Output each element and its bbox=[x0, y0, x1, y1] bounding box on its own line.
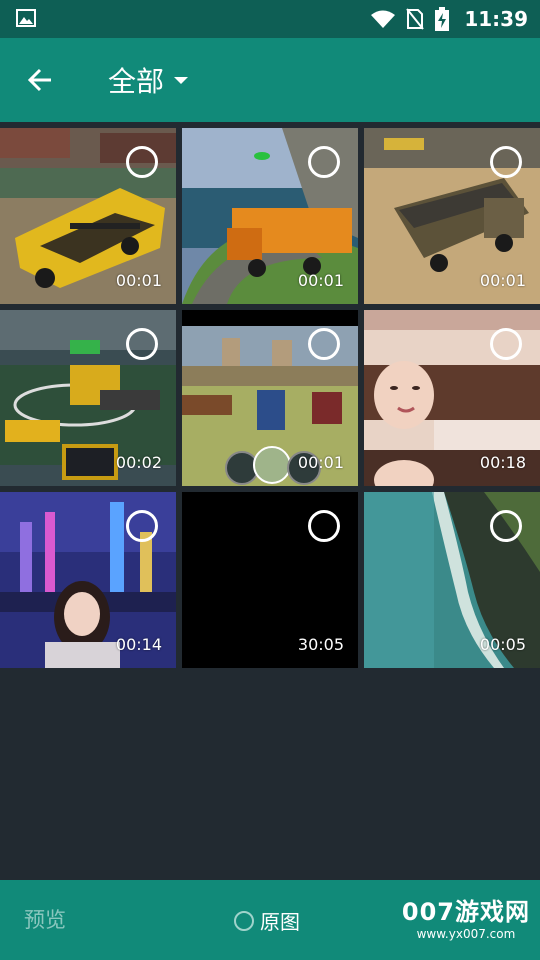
select-checkbox[interactable] bbox=[126, 510, 158, 542]
select-checkbox[interactable] bbox=[126, 146, 158, 178]
select-checkbox[interactable] bbox=[490, 510, 522, 542]
video-duration: 00:18 bbox=[479, 453, 526, 472]
no-sim-icon bbox=[406, 8, 425, 30]
video-thumbnail[interactable]: 00:02 bbox=[0, 310, 176, 486]
wifi-icon bbox=[371, 10, 396, 28]
back-button[interactable] bbox=[18, 58, 62, 102]
original-image-toggle[interactable]: 原图 bbox=[234, 906, 300, 935]
watermark-sub: www.yx007.com bbox=[416, 927, 516, 941]
caret-down-icon bbox=[174, 76, 189, 84]
status-bar: 11:39 bbox=[0, 0, 540, 38]
video-thumbnail[interactable]: 00:01 bbox=[0, 128, 176, 304]
bottom-bar: 预览 原图 007游戏网 www.yx007.com bbox=[0, 880, 540, 960]
video-thumbnail[interactable]: 00:05 bbox=[364, 492, 540, 668]
select-checkbox[interactable] bbox=[126, 328, 158, 360]
preview-button[interactable]: 预览 bbox=[24, 904, 66, 934]
video-duration: 00:01 bbox=[297, 271, 344, 290]
status-icons: 11:39 bbox=[370, 0, 528, 38]
video-duration: 00:14 bbox=[115, 635, 162, 654]
select-checkbox[interactable] bbox=[490, 146, 522, 178]
video-thumbnail[interactable]: 30:05 bbox=[182, 492, 358, 668]
select-checkbox[interactable] bbox=[308, 328, 340, 360]
gallery-icon bbox=[16, 9, 36, 27]
video-duration: 00:01 bbox=[479, 271, 526, 290]
video-duration: 00:01 bbox=[115, 271, 162, 290]
battery-charging-icon bbox=[435, 7, 450, 31]
watermark: 007游戏网 www.yx007.com bbox=[402, 892, 530, 941]
album-selector[interactable]: 全部 bbox=[108, 56, 189, 104]
video-thumbnail[interactable]: 00:18 bbox=[364, 310, 540, 486]
original-image-label: 原图 bbox=[260, 910, 300, 934]
radio-icon[interactable] bbox=[234, 910, 254, 931]
select-checkbox[interactable] bbox=[308, 510, 340, 542]
video-thumbnail[interactable]: 00:01 bbox=[182, 310, 358, 486]
video-duration: 30:05 bbox=[297, 635, 344, 654]
select-checkbox[interactable] bbox=[490, 328, 522, 360]
app-bar: 全部 bbox=[0, 38, 540, 122]
video-duration: 00:01 bbox=[297, 453, 344, 472]
video-thumbnail[interactable]: 00:01 bbox=[182, 128, 358, 304]
arrow-left-icon bbox=[27, 68, 51, 92]
video-duration: 00:02 bbox=[115, 453, 162, 472]
video-thumbnail[interactable]: 00:14 bbox=[0, 492, 176, 668]
page-title: 全部 bbox=[108, 65, 165, 98]
video-thumbnail[interactable]: 00:01 bbox=[364, 128, 540, 304]
select-checkbox[interactable] bbox=[308, 146, 340, 178]
watermark-main: 007游戏网 bbox=[401, 898, 530, 926]
status-time: 11:39 bbox=[464, 7, 528, 31]
video-duration: 00:05 bbox=[479, 635, 526, 654]
